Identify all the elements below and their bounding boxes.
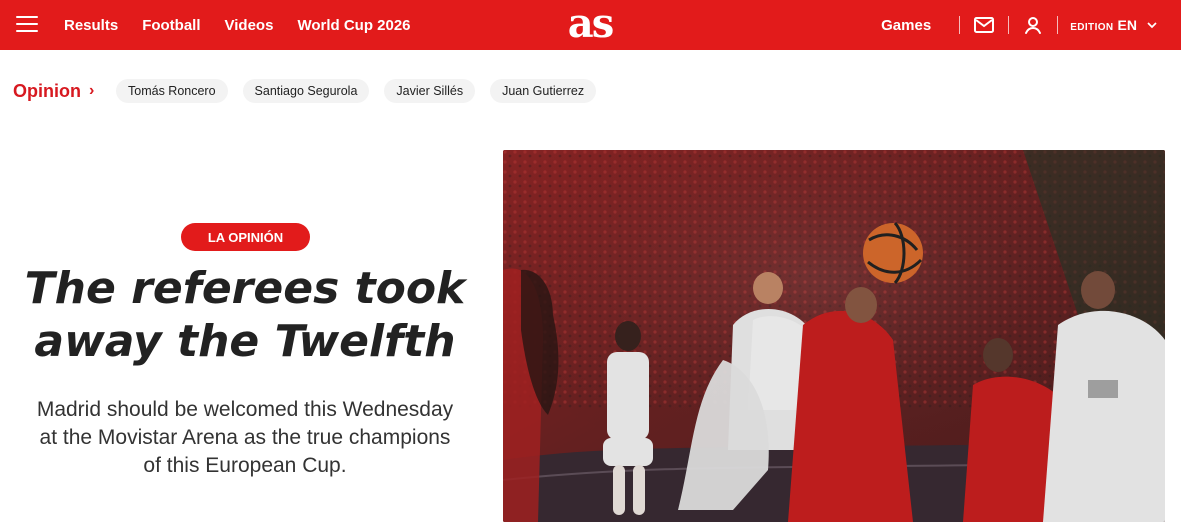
opinion-subnav: Opinion › Tomás Roncero Santiago Segurol… xyxy=(0,58,1181,124)
header-actions: Games EDITION EN xyxy=(881,0,1181,50)
section-title: Opinion xyxy=(13,81,81,101)
user-icon[interactable] xyxy=(1021,13,1045,37)
author-pills: Tomás Roncero Santiago Segurola Javier S… xyxy=(116,79,597,103)
hero-article: LA OPINIÓN The referees took away the Tw… xyxy=(0,150,1181,522)
deck-line: Madrid should be welcomed this Wednesday xyxy=(36,398,454,421)
edition-label: EDITION xyxy=(1070,22,1114,33)
divider xyxy=(1008,16,1010,34)
deck-line: of this European Cup. xyxy=(143,454,347,477)
headline-line: away the Twelfth xyxy=(34,316,456,367)
games-link[interactable]: Games xyxy=(881,17,931,34)
deck-line: at the Movistar Arena as the true champi… xyxy=(39,426,451,449)
author-pill[interactable]: Juan Gutierrez xyxy=(490,79,597,103)
author-pill[interactable]: Santiago Segurola xyxy=(242,79,370,103)
as-logo[interactable]: as xyxy=(555,2,625,46)
edition-selector[interactable]: EDITION EN xyxy=(1070,17,1157,33)
menu-icon[interactable] xyxy=(16,16,38,34)
nav-football[interactable]: Football xyxy=(142,17,200,34)
nav-results[interactable]: Results xyxy=(64,17,118,34)
nav-videos[interactable]: Videos xyxy=(225,17,274,34)
divider xyxy=(959,16,961,34)
hero-image[interactable] xyxy=(503,150,1165,522)
section-link[interactable]: Opinion › xyxy=(13,81,94,102)
chevron-right-icon: › xyxy=(88,82,95,99)
headline-line: The referees took xyxy=(24,263,466,314)
chevron-down-icon xyxy=(1147,22,1157,29)
divider xyxy=(1057,16,1059,34)
edition-value: EN xyxy=(1117,17,1137,33)
article-deck: Madrid should be welcomed this Wednesday… xyxy=(0,396,490,480)
mail-icon[interactable] xyxy=(972,13,996,37)
nav-world-cup-2026[interactable]: World Cup 2026 xyxy=(297,17,410,34)
main-nav: Results Football Videos World Cup 2026 xyxy=(64,0,411,50)
hero-text: LA OPINIÓN The referees took away the Tw… xyxy=(0,150,490,522)
author-pill[interactable]: Javier Sillés xyxy=(384,79,476,103)
top-header: Results Football Videos World Cup 2026 a… xyxy=(0,0,1181,50)
author-pill[interactable]: Tomás Roncero xyxy=(116,79,228,103)
article-headline[interactable]: The referees took away the Twelfth xyxy=(0,262,490,368)
opinion-badge[interactable]: LA OPINIÓN xyxy=(181,223,310,251)
